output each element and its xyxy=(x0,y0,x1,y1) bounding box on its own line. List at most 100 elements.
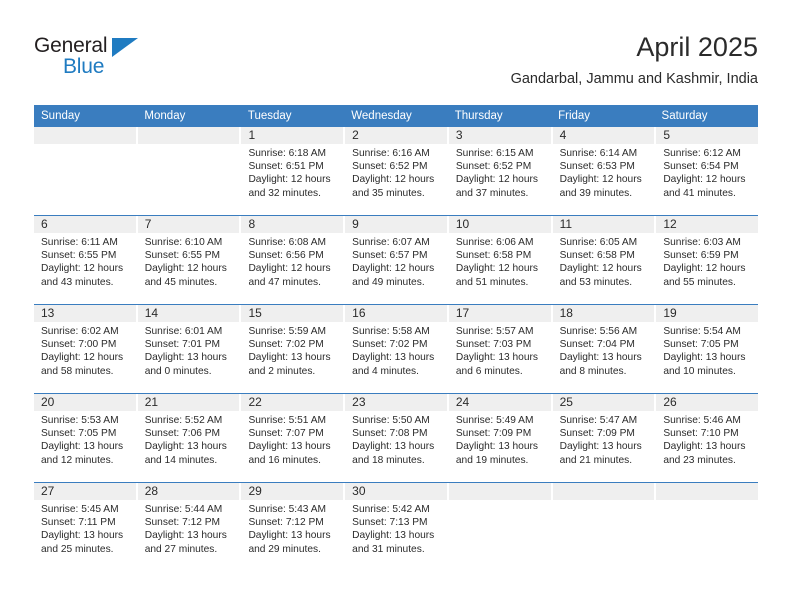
day-sun-info: Sunrise: 5:43 AM Sunset: 7:12 PM Daylight:… xyxy=(241,500,343,556)
daylight-text-line2: and 58 minutes. xyxy=(41,365,114,377)
sunrise-text: Sunrise: 5:46 AM xyxy=(663,415,741,426)
calendar-day-cell[interactable]: 25 Sunrise: 5:47 AM Sunset: 7:09 PM Dayligh… xyxy=(552,394,657,482)
sunrise-text: Sunrise: 5:52 AM xyxy=(144,415,223,426)
calendar-day-cell[interactable]: 2 Sunrise: 6:16 AM Sunset: 6:52 PM Daylight… xyxy=(345,127,449,215)
general-blue-logo[interactable]: General Blue xyxy=(34,34,154,80)
calendar-day-cell[interactable]: 30 Sunrise: 5:42 AM Sunset: 7:13 PM Dayligh… xyxy=(345,483,449,571)
day-number: 21 xyxy=(137,394,240,411)
calendar-day-cell[interactable]: 8 Sunrise: 6:08 AM Sunset: 6:56 PM Daylight… xyxy=(241,216,346,304)
calendar-day-cell[interactable]: 17 Sunrise: 5:57 AM Sunset: 7:03 PM Dayligh… xyxy=(448,305,553,393)
calendar-day-cell-empty xyxy=(137,127,242,215)
day-sun-info: Sunrise: 5:59 AM Sunset: 7:02 PM Daylight:… xyxy=(241,322,343,378)
sunset-text: Sunset: 7:06 PM xyxy=(144,428,221,440)
daylight-text-line1: Daylight: 13 hours xyxy=(41,530,124,542)
calendar-day-cell[interactable]: 18 Sunrise: 5:56 AM Sunset: 7:04 PM Dayligh… xyxy=(552,305,657,393)
title-block: April 2025 Gandarbal, Jammu and Kashmir,… xyxy=(511,30,758,90)
day-number xyxy=(448,483,551,500)
calendar-day-cell[interactable]: 13 Sunrise: 6:02 AM Sunset: 7:00 PM Dayligh… xyxy=(34,305,138,393)
sunset-text: Sunset: 7:13 PM xyxy=(352,517,428,529)
sunset-text: Sunset: 6:53 PM xyxy=(559,161,635,173)
sunrise-text: Sunrise: 6:06 AM xyxy=(455,237,534,248)
sunset-text: Sunset: 7:00 PM xyxy=(41,339,117,351)
calendar-day-cell[interactable]: 22 Sunrise: 5:51 AM Sunset: 7:07 PM Dayligh… xyxy=(241,394,346,482)
daylight-text-line2: and 31 minutes. xyxy=(352,543,425,555)
calendar-day-cell[interactable]: 16 Sunrise: 5:58 AM Sunset: 7:02 PM Dayligh… xyxy=(345,305,449,393)
daylight-text-line2: and 19 minutes. xyxy=(455,454,529,466)
calendar-day-cell[interactable]: 3 Sunrise: 6:15 AM Sunset: 6:52 PM Daylight… xyxy=(448,127,553,215)
day-number: 17 xyxy=(448,305,551,322)
daylight-text-line2: and 47 minutes. xyxy=(248,276,321,288)
day-sun-info: Sunrise: 5:50 AM Sunset: 7:08 PM Daylight:… xyxy=(345,411,447,467)
daylight-text-line1: Daylight: 12 hours xyxy=(248,174,331,186)
sunrise-text: Sunrise: 5:49 AM xyxy=(455,415,534,426)
calendar-day-cell[interactable]: 20 Sunrise: 5:53 AM Sunset: 7:05 PM Dayligh… xyxy=(34,394,138,482)
calendar-day-cell[interactable]: 1 Sunrise: 6:18 AM Sunset: 6:51 PM Daylight… xyxy=(241,127,346,215)
calendar-day-cell[interactable]: 14 Sunrise: 6:01 AM Sunset: 7:01 PM Dayligh… xyxy=(137,305,242,393)
daylight-text-line1: Daylight: 13 hours xyxy=(455,441,538,453)
sunrise-text: Sunrise: 6:10 AM xyxy=(144,237,223,248)
daylight-text-line1: Daylight: 12 hours xyxy=(559,263,642,275)
calendar-day-cell-empty xyxy=(448,483,553,571)
calendar-day-cell[interactable]: 10 Sunrise: 6:06 AM Sunset: 6:58 PM Dayligh… xyxy=(448,216,553,304)
daylight-text-line1: Daylight: 12 hours xyxy=(559,174,642,186)
weekday-header-friday: Friday xyxy=(558,110,591,122)
day-number: 20 xyxy=(34,394,136,411)
calendar-day-cell-empty xyxy=(552,483,657,571)
sunrise-text: Sunrise: 5:56 AM xyxy=(559,326,638,337)
calendar-day-cell[interactable]: 27 Sunrise: 5:45 AM Sunset: 7:11 PM Dayligh… xyxy=(34,483,138,571)
day-sun-info: Sunrise: 5:52 AM Sunset: 7:06 PM Daylight:… xyxy=(138,411,240,467)
daylight-text-line2: and 21 minutes. xyxy=(559,454,633,466)
day-number: 5 xyxy=(656,127,759,144)
calendar-day-cell[interactable]: 5 Sunrise: 6:12 AM Sunset: 6:54 PM Daylight… xyxy=(656,127,759,215)
sunset-text: Sunset: 7:01 PM xyxy=(144,339,221,351)
calendar-day-cell[interactable]: 6 Sunrise: 6:11 AM Sunset: 6:55 PM Daylight… xyxy=(34,216,138,304)
day-sun-info: Sunrise: 5:46 AM Sunset: 7:10 PM Daylight:… xyxy=(656,411,758,467)
calendar-day-cell[interactable]: 23 Sunrise: 5:50 AM Sunset: 7:08 PM Dayligh… xyxy=(345,394,449,482)
calendar-day-cell[interactable]: 21 Sunrise: 5:52 AM Sunset: 7:06 PM Dayligh… xyxy=(137,394,242,482)
calendar-day-cell[interactable]: 29 Sunrise: 5:43 AM Sunset: 7:12 PM Dayligh… xyxy=(241,483,346,571)
calendar-page: General Blue April 2025 Gandarbal, Jammu… xyxy=(0,0,792,612)
calendar-day-cell[interactable]: 28 Sunrise: 5:44 AM Sunset: 7:12 PM Dayligh… xyxy=(137,483,242,571)
daylight-text-line1: Daylight: 13 hours xyxy=(248,441,331,453)
sunset-text: Sunset: 7:04 PM xyxy=(559,339,635,351)
calendar-week-row: 20 Sunrise: 5:53 AM Sunset: 7:05 PM Dayligh… xyxy=(34,393,759,482)
day-number: 6 xyxy=(34,216,136,233)
day-number: 12 xyxy=(656,216,759,233)
calendar-day-cell[interactable]: 4 Sunrise: 6:14 AM Sunset: 6:53 PM Daylight… xyxy=(552,127,657,215)
daylight-text-line2: and 25 minutes. xyxy=(41,543,114,555)
daylight-text-line2: and 8 minutes. xyxy=(559,365,627,377)
day-number: 19 xyxy=(656,305,759,322)
calendar-day-cell[interactable]: 26 Sunrise: 5:46 AM Sunset: 7:10 PM Dayligh… xyxy=(656,394,759,482)
sunrise-text: Sunrise: 6:11 AM xyxy=(41,237,118,248)
weekday-header-wednesday: Wednesday xyxy=(351,110,412,122)
day-number: 8 xyxy=(241,216,344,233)
sunset-text: Sunset: 7:07 PM xyxy=(248,428,324,440)
day-sun-info: Sunrise: 6:11 AM Sunset: 6:55 PM Daylight:… xyxy=(34,233,136,289)
page-title: April 2025 xyxy=(636,32,758,62)
calendar-day-cell[interactable]: 12 Sunrise: 6:03 AM Sunset: 6:59 PM Dayligh… xyxy=(656,216,759,304)
daylight-text-line2: and 16 minutes. xyxy=(248,454,321,466)
daylight-text-line2: and 49 minutes. xyxy=(352,276,425,288)
calendar-day-cell[interactable]: 11 Sunrise: 6:05 AM Sunset: 6:58 PM Dayligh… xyxy=(552,216,657,304)
daylight-text-line1: Daylight: 13 hours xyxy=(352,530,435,542)
day-sun-info: Sunrise: 6:12 AM Sunset: 6:54 PM Daylight:… xyxy=(656,144,758,200)
daylight-text-line2: and 2 minutes. xyxy=(248,365,316,377)
daylight-text-line2: and 6 minutes. xyxy=(455,365,523,377)
daylight-text-line1: Daylight: 13 hours xyxy=(41,441,124,453)
sunset-text: Sunset: 6:57 PM xyxy=(352,250,428,262)
daylight-text-line1: Daylight: 12 hours xyxy=(41,352,124,364)
daylight-text-line2: and 18 minutes. xyxy=(352,454,425,466)
calendar-day-cell[interactable]: 7 Sunrise: 6:10 AM Sunset: 6:55 PM Daylight… xyxy=(137,216,242,304)
day-number: 3 xyxy=(448,127,551,144)
calendar-day-cell[interactable]: 15 Sunrise: 5:59 AM Sunset: 7:02 PM Dayligh… xyxy=(241,305,346,393)
calendar-day-cell[interactable]: 9 Sunrise: 6:07 AM Sunset: 6:57 PM Daylight… xyxy=(345,216,449,304)
sunset-text: Sunset: 7:05 PM xyxy=(663,339,739,351)
daylight-text-line1: Daylight: 13 hours xyxy=(248,530,331,542)
day-sun-info: Sunrise: 5:53 AM Sunset: 7:05 PM Daylight:… xyxy=(34,411,136,467)
day-number: 28 xyxy=(137,483,240,500)
calendar-day-cell[interactable]: 24 Sunrise: 5:49 AM Sunset: 7:09 PM Dayligh… xyxy=(448,394,553,482)
logo-text-blue: Blue xyxy=(63,55,105,78)
calendar-day-cell[interactable]: 19 Sunrise: 5:54 AM Sunset: 7:05 PM Dayligh… xyxy=(656,305,759,393)
day-number: 15 xyxy=(241,305,344,322)
daylight-text-line2: and 32 minutes. xyxy=(248,187,321,199)
